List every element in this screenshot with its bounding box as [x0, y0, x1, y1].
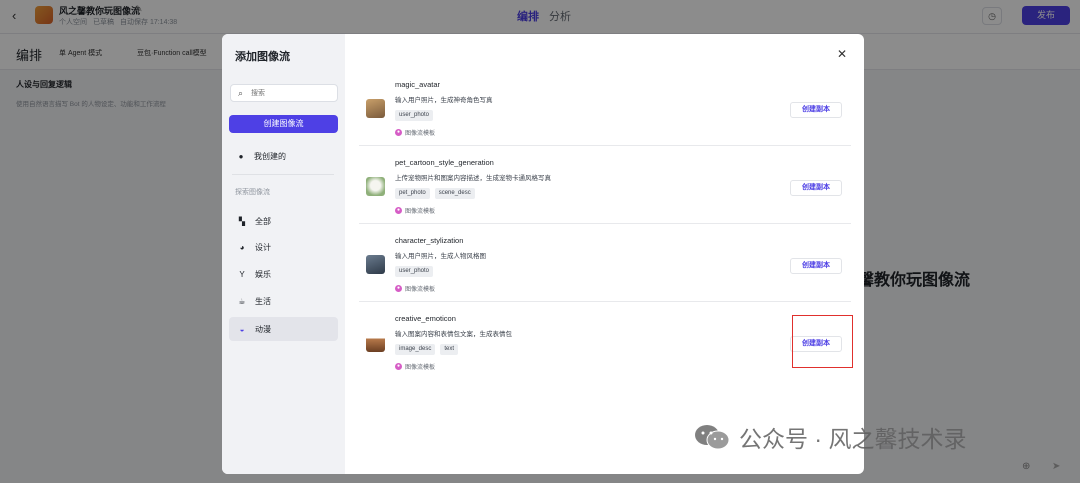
flow-source: ● 图像流模板 [395, 362, 435, 371]
flow-tags: image_desc text [395, 344, 459, 355]
create-copy-button[interactable]: 创建副本 [790, 258, 842, 274]
sidebar-item-design[interactable]: ◕ 设计 [229, 235, 338, 259]
param-tag: text [440, 344, 459, 355]
flow-name: pet_cartoon_style_generation [395, 158, 494, 167]
list-item: creative_emoticon 输入图案内容和表情包文案，生成表情包 ima… [359, 302, 851, 380]
wechat-icon [695, 425, 730, 450]
flow-desc: 上传宠物照片和图案内容描述，生成宠物卡通风格写真 [395, 175, 551, 182]
watermark: 公众号 · 风之馨技术录 [693, 420, 966, 454]
template-icon: ● [395, 363, 402, 370]
sidebar-item-life[interactable]: ☕ 生活 [229, 289, 338, 313]
sidebar-item-label: 我创建的 [254, 152, 286, 161]
template-icon: ● [395, 207, 402, 214]
flow-source: ● 图像流模板 [395, 284, 435, 293]
search-input[interactable] [251, 87, 331, 99]
flow-tags: user_photo [395, 266, 434, 277]
search-box[interactable]: ⌕ [230, 84, 338, 102]
flow-name: creative_emoticon [395, 314, 456, 323]
search-icon: ⌕ [238, 88, 244, 98]
source-label: 图像流模板 [405, 287, 436, 293]
flow-tags: pet_photo scene_desc [395, 188, 475, 199]
sidebar-item-label: 设计 [255, 242, 271, 252]
param-tag: image_desc [395, 344, 436, 355]
param-tag: scene_desc [434, 188, 475, 199]
flow-source: ● 图像流模板 [395, 128, 435, 137]
sidebar-item-label: 娱乐 [255, 269, 271, 279]
flow-thumbnail [366, 177, 385, 196]
template-icon: ● [395, 129, 402, 136]
trophy-icon: Y [239, 269, 245, 279]
sidebar-item-all[interactable]: ▚ 全部 [229, 209, 338, 233]
watermark-text: 公众号 · 风之馨技术录 [739, 426, 967, 452]
flow-name: character_stylization [395, 236, 464, 245]
annotation-highlight-box [792, 315, 853, 368]
create-copy-button[interactable]: 创建副本 [790, 180, 842, 196]
add-image-flow-modal: 添加图像流 ⌕ 创建图像流 ● 我创建的 探索图像流 ▚ 全部 ◕ 设计 Y 娱… [222, 34, 864, 474]
param-tag: user_photo [395, 110, 434, 121]
list-item: character_stylization 输入用户照片，生成人物风格图 use… [359, 224, 851, 302]
flow-desc: 输入用户照片，生成神奇角色写真 [395, 97, 493, 104]
flow-desc: 输入用户照片，生成人物风格图 [395, 253, 486, 260]
flow-thumbnail [366, 333, 385, 352]
sidebar-item-anime[interactable]: ◒ 动漫 [229, 317, 338, 341]
source-label: 图像流模板 [405, 365, 436, 371]
list-item: magic_avatar 输入用户照片，生成神奇角色写真 user_photo … [359, 68, 851, 146]
sidebar-item-label: 动漫 [255, 324, 271, 334]
create-image-flow-button[interactable]: 创建图像流 [229, 115, 338, 133]
modal-title: 添加图像流 [235, 51, 290, 63]
user-icon: ● [238, 152, 244, 161]
flow-source: ● 图像流模板 [395, 206, 435, 215]
explore-label: 探索图像流 [235, 189, 270, 196]
sidebar-item-label: 生活 [255, 296, 271, 306]
flow-tags: user_photo [395, 110, 434, 121]
sidebar-item-entertainment[interactable]: Y 娱乐 [229, 262, 338, 286]
cup-icon: ☕ [238, 296, 246, 306]
flow-thumbnail [366, 255, 385, 274]
grid-icon: ▚ [238, 216, 246, 226]
param-tag: pet_photo [395, 188, 430, 199]
close-icon[interactable]: ✕ [837, 47, 847, 61]
palette-icon: ◕ [239, 242, 245, 252]
divider [232, 174, 334, 175]
sidebar-item-my-created[interactable]: ● 我创建的 [236, 151, 286, 162]
sidebar-item-label: 全部 [255, 216, 271, 226]
param-tag: user_photo [395, 266, 434, 277]
create-copy-button[interactable]: 创建副本 [790, 102, 842, 118]
flow-desc: 输入图案内容和表情包文案，生成表情包 [395, 331, 512, 338]
list-item: pet_cartoon_style_generation 上传宠物照片和图案内容… [359, 146, 851, 224]
flow-name: magic_avatar [395, 80, 441, 89]
template-icon: ● [395, 285, 402, 292]
anime-icon: ◒ [239, 324, 245, 334]
source-label: 图像流模板 [405, 209, 436, 215]
source-label: 图像流模板 [405, 131, 436, 137]
modal-sidebar: 添加图像流 ⌕ 创建图像流 ● 我创建的 探索图像流 ▚ 全部 ◕ 设计 Y 娱… [222, 34, 345, 474]
flow-thumbnail [366, 99, 385, 118]
